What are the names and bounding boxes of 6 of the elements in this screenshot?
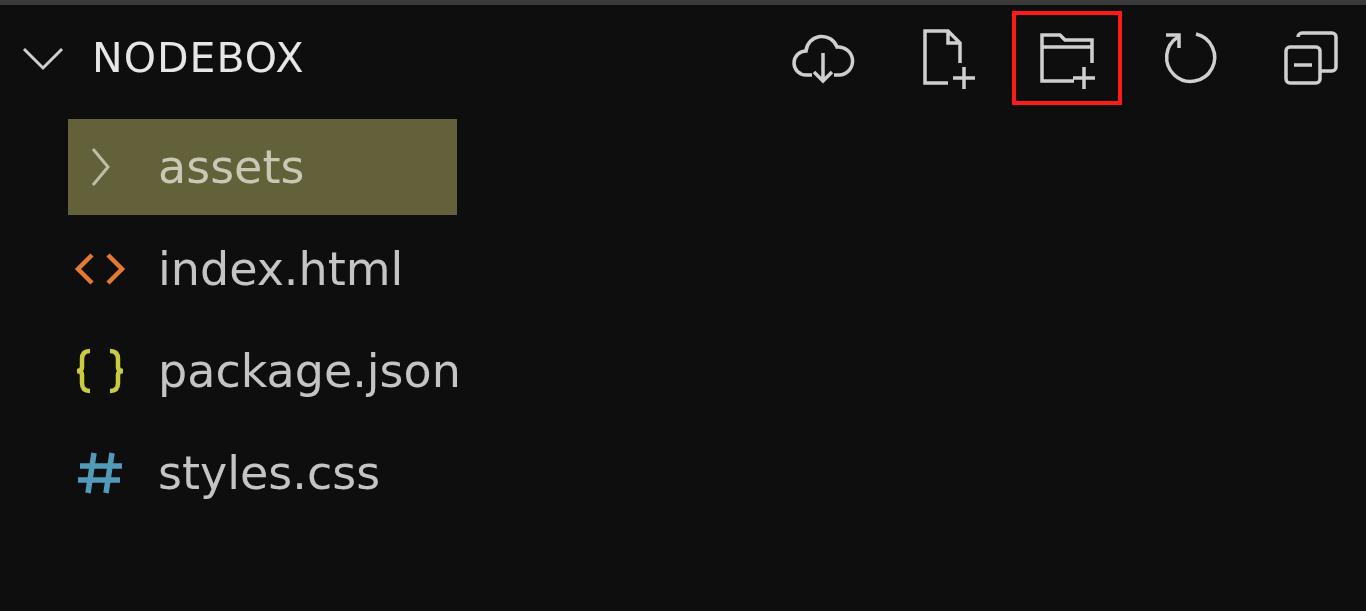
file-tree-item[interactable]: assets [68,119,457,215]
file-tree-item[interactable]: index.html [68,221,457,317]
new-folder-button[interactable] [1012,10,1122,105]
file-tree-item[interactable]: package.json [68,323,457,419]
section-title: NODEBOX [92,33,305,82]
file-tree-item[interactable]: styles.css [68,425,457,521]
